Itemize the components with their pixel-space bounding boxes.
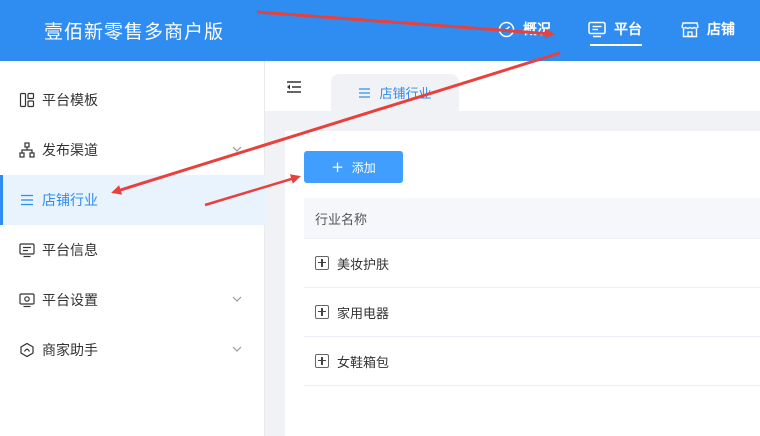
monitor-icon — [588, 21, 606, 37]
chevron-down-icon[interactable] — [231, 143, 243, 155]
channel-icon — [19, 142, 35, 158]
list-icon — [359, 87, 371, 98]
sidebar-item-label: 店铺行业 — [42, 193, 98, 209]
add-button-label: 添加 — [351, 160, 376, 175]
nav-active-indicator — [590, 44, 642, 46]
expand-icon[interactable] — [315, 256, 329, 270]
table-row: 女鞋箱包 — [304, 337, 760, 386]
table-row: 美妆护肤 — [304, 239, 760, 288]
industry-name: 美妆护肤 — [337, 257, 390, 273]
add-button[interactable]: + 添加 — [304, 151, 403, 183]
sidebar-item-platform-info[interactable]: 平台信息 — [0, 225, 265, 275]
list-icon — [19, 192, 35, 208]
store-icon — [681, 21, 699, 37]
sidebar-item-shop-industry[interactable]: 店铺行业 — [0, 175, 265, 225]
app-brand: 壹佰新零售多商户版 — [44, 21, 225, 43]
tab-label: 店铺行业 — [379, 87, 432, 102]
nav-shop[interactable]: 店铺 — [681, 18, 735, 40]
nav-overview[interactable]: 概况 — [498, 18, 551, 40]
sidebar-item-platform-template[interactable]: 平台模板 — [0, 75, 265, 125]
table-header: 行业名称 — [304, 198, 760, 239]
tab-shop-industry[interactable]: 店铺行业 — [331, 74, 459, 111]
column-industry-name: 行业名称 — [315, 212, 368, 228]
top-header: 壹佰新零售多商户版 概况 平台 店铺 — [0, 0, 760, 61]
dashboard-icon — [498, 21, 515, 37]
settings-icon — [19, 292, 35, 308]
template-icon — [19, 92, 35, 108]
expand-icon[interactable] — [315, 305, 329, 319]
sidebar-item-publish-channel[interactable]: 发布渠道 — [0, 125, 265, 175]
sidebar-item-label: 平台信息 — [42, 243, 98, 259]
sidebar-item-label: 商家助手 — [42, 343, 98, 359]
sidebar: 平台模板 发布渠道 店铺行业 平台信息 平台设置 商家助手 — [0, 61, 265, 436]
monitor-icon — [19, 242, 35, 258]
tab-bar: 店铺行业 — [265, 61, 760, 111]
nav-platform[interactable]: 平台 — [588, 18, 642, 40]
industry-name: 家用电器 — [337, 306, 390, 322]
sidebar-item-merchant-assistant[interactable]: 商家助手 — [0, 325, 265, 375]
assistant-icon — [19, 342, 35, 358]
chevron-down-icon[interactable] — [231, 293, 243, 305]
industry-name: 女鞋箱包 — [337, 355, 390, 371]
menu-fold-icon[interactable] — [286, 79, 302, 95]
nav-platform-label: 平台 — [614, 22, 642, 38]
industry-table: 行业名称 美妆护肤 家用电器 女鞋箱包 — [304, 198, 760, 386]
sidebar-item-label: 发布渠道 — [42, 143, 98, 159]
sidebar-item-label: 平台模板 — [42, 93, 98, 109]
sidebar-item-label: 平台设置 — [42, 293, 98, 309]
expand-icon[interactable] — [315, 354, 329, 368]
sidebar-item-platform-settings[interactable]: 平台设置 — [0, 275, 265, 325]
plus-icon: + — [331, 157, 344, 176]
nav-overview-label: 概况 — [523, 22, 551, 38]
nav-shop-label: 店铺 — [707, 22, 735, 38]
table-row: 家用电器 — [304, 288, 760, 337]
chevron-down-icon[interactable] — [231, 343, 243, 355]
